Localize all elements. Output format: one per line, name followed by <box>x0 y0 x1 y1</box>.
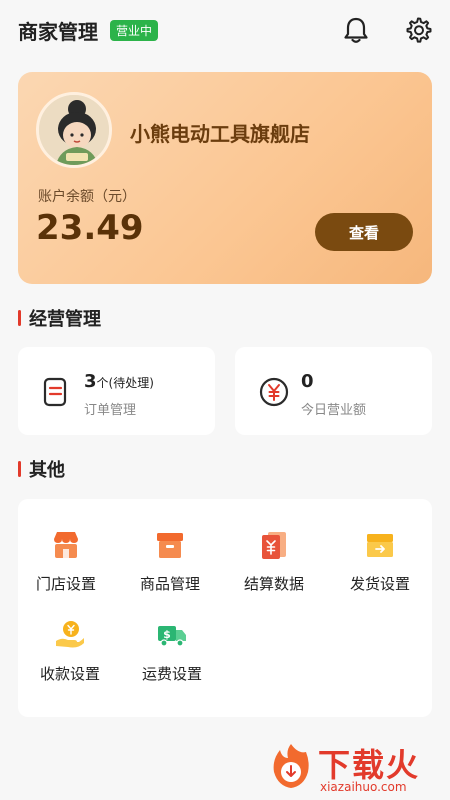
section-marker <box>18 310 21 326</box>
store-icon <box>50 529 82 561</box>
page-title: 商家管理 <box>18 19 98 44</box>
watermark-url: xiazaihuo.com <box>320 780 407 794</box>
shipping-icon <box>364 529 396 561</box>
balance-value: 23.49 <box>36 208 144 248</box>
payment-icon <box>54 619 86 651</box>
avatar <box>36 92 112 168</box>
svg-text:$: $ <box>163 628 171 641</box>
flame-logo-icon <box>268 742 314 790</box>
status-badge: 营业中 <box>110 19 159 41</box>
box-icon <box>154 529 186 561</box>
others-grid: 门店设置 商品管理 结算数据 发货设置 收款设置 $ 运费设置 <box>18 499 432 717</box>
orders-label: 订单管理 <box>84 403 137 418</box>
yuan-icon <box>257 375 291 409</box>
header: 商家管理 营业中 <box>0 0 450 60</box>
bell-icon[interactable] <box>342 16 370 44</box>
freight-icon: $ <box>156 619 188 651</box>
balance-label: 账户余额（元） <box>38 189 136 205</box>
store-name: 小熊电动工具旗舰店 <box>130 122 310 146</box>
view-balance-button[interactable]: 查看 <box>315 213 413 251</box>
grid-item-label: 发货设置 <box>349 575 410 593</box>
header-actions <box>342 16 432 44</box>
grid-item-label: 商品管理 <box>139 575 200 593</box>
grid-item-label: 结算数据 <box>243 575 304 593</box>
orders-count: 3个(待处理) <box>84 371 154 392</box>
section-marker <box>18 461 21 477</box>
revenue-count: 0 <box>301 371 314 392</box>
operations-section-title: 经营管理 <box>18 305 101 331</box>
grid-item-freight-settings[interactable]: $ 运费设置 <box>124 619 220 699</box>
settlement-icon <box>258 529 290 561</box>
orders-card[interactable]: 3个(待处理) 订单管理 <box>18 347 215 435</box>
grid-item-store-settings[interactable]: 门店设置 <box>18 529 114 609</box>
grid-item-settlement-data[interactable]: 结算数据 <box>226 529 322 609</box>
grid-item-label: 运费设置 <box>141 665 202 683</box>
grid-item-shipping-settings[interactable]: 发货设置 <box>332 529 428 609</box>
revenue-label: 今日营业额 <box>301 403 367 418</box>
grid-item-payment-settings[interactable]: 收款设置 <box>22 619 118 699</box>
others-section-title: 其他 <box>18 456 65 482</box>
revenue-card[interactable]: 0 今日营业额 <box>235 347 432 435</box>
store-card: 小熊电动工具旗舰店 账户余额（元） 23.49 查看 <box>18 72 432 284</box>
gear-icon[interactable] <box>404 16 432 44</box>
watermark: 下载火 xiazaihuo.com <box>262 740 450 800</box>
grid-item-label: 收款设置 <box>39 665 100 683</box>
order-list-icon <box>40 375 74 409</box>
grid-item-label: 门店设置 <box>35 575 96 593</box>
grid-item-product-management[interactable]: 商品管理 <box>122 529 218 609</box>
